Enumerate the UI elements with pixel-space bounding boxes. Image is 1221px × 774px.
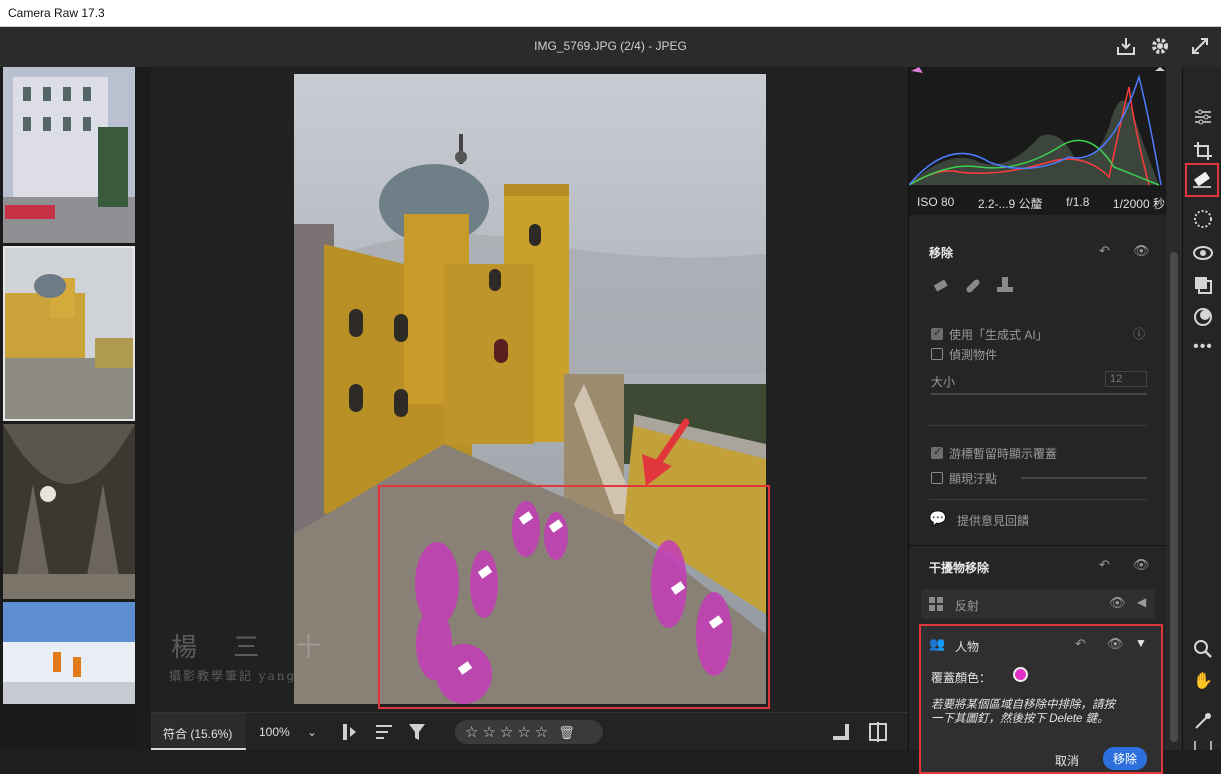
watermark-subtext: 攝影教學筆記 yang xyxy=(169,669,297,683)
people-reset-icon[interactable]: ↶ xyxy=(1075,636,1086,652)
save-icon[interactable] xyxy=(1115,35,1137,57)
iso-value: ISO 80 xyxy=(917,195,955,209)
people-label: 人物 xyxy=(955,640,980,654)
trash-icon[interactable]: 🗑 xyxy=(558,725,575,740)
size-slider[interactable] xyxy=(931,393,1147,395)
detect-objects-checkbox[interactable] xyxy=(931,348,943,360)
size-input[interactable]: 12 xyxy=(1105,371,1147,387)
document-title: IMG_5769.JPG (2/4) - JPEG xyxy=(534,39,687,53)
compare-view-icon[interactable] xyxy=(868,722,888,742)
presets-icon[interactable] xyxy=(1191,273,1215,297)
scrollbar-thumb[interactable] xyxy=(1170,252,1178,742)
zoom-dropdown-icon[interactable]: ⌄ xyxy=(307,725,317,739)
filter-icon[interactable] xyxy=(407,722,427,742)
use-gen-ai-label: 使用「生成式 AI」 xyxy=(949,328,1048,342)
masking-icon[interactable] xyxy=(1191,207,1215,231)
tool-rail: ••• ✋ xyxy=(1182,67,1221,750)
grid-icon[interactable] xyxy=(1191,741,1215,750)
divider xyxy=(929,499,1147,500)
window-title: Camera Raw 17.3 xyxy=(0,0,1221,27)
reset-icon[interactable]: ↶ xyxy=(1099,243,1110,259)
divider xyxy=(929,425,1147,426)
snapshots-icon[interactable] xyxy=(1191,305,1215,329)
highlight-box-people xyxy=(378,485,770,709)
remove-tool-icon[interactable] xyxy=(933,279,951,293)
people-eye-icon[interactable]: 👁 xyxy=(1107,636,1124,652)
hover-overlay-checkbox[interactable] xyxy=(931,445,943,459)
red-eye-icon[interactable] xyxy=(1191,241,1215,265)
overlay-color-swatch[interactable] xyxy=(1013,667,1028,682)
clone-tool-icon[interactable] xyxy=(995,275,1015,295)
cancel-button[interactable]: 取消 xyxy=(1055,752,1079,769)
distraction-reset-icon[interactable]: ↶ xyxy=(1099,557,1110,573)
lens-value: 2.2-...9 公釐 xyxy=(977,197,1043,211)
star-rating[interactable]: ☆☆☆☆☆ 🗑 xyxy=(455,720,603,744)
histogram: ISO 80 2.2-...9 公釐 f/1.8 1/2000 秒 xyxy=(909,67,1167,215)
thumbnail-4[interactable] xyxy=(3,602,135,704)
crop-icon[interactable] xyxy=(1191,139,1215,163)
gear-icon[interactable] xyxy=(1149,35,1171,57)
rating-stars[interactable]: ☆☆☆☆☆ xyxy=(465,724,552,741)
histogram-info: ISO 80 2.2-...9 公釐 f/1.8 1/2000 秒 xyxy=(917,195,1165,212)
thumbnail-2-selected[interactable] xyxy=(3,246,135,421)
thumbnail-1[interactable] xyxy=(3,67,135,243)
camera-raw-app: IMG_5769.JPG (2/4) - JPEG 楊 三 十 攝影教學筆記 y… xyxy=(0,27,1221,774)
people-collapse-icon[interactable]: ▼ xyxy=(1135,636,1147,650)
fullscreen-icon[interactable] xyxy=(1189,35,1211,57)
reflection-eye-icon[interactable]: 👁 xyxy=(1109,595,1126,611)
bottom-toolbar: 符合 (15.6%) 100% ⌄ ☆☆☆☆☆ 🗑 xyxy=(151,712,908,750)
panel-scrollbar[interactable] xyxy=(1166,67,1182,750)
overlay-color-label: 覆蓋顏色： xyxy=(931,671,992,685)
section-separator xyxy=(909,545,1167,546)
before-after-icon[interactable] xyxy=(832,723,850,741)
visibility-eye-icon[interactable]: 👁 xyxy=(1133,243,1150,259)
exclude-instruction: 若要將某個區域自移除中排除，請按一下其圖釘，然後按下 Delete 鍵。 xyxy=(931,699,1115,725)
reflection-icon xyxy=(927,595,945,613)
eyedropper-icon[interactable] xyxy=(1191,709,1215,733)
thumbnail-3[interactable] xyxy=(3,424,135,599)
remove-button[interactable]: 移除 xyxy=(1103,747,1148,770)
hover-overlay-label: 游標暫留時顯示覆蓋 xyxy=(949,447,1058,461)
reflection-label: 反射 xyxy=(955,599,980,613)
heal-tool-icon[interactable] xyxy=(963,277,983,295)
filmstrip-toggle-icon[interactable] xyxy=(341,722,359,742)
show-spots-label: 顯現汙點 xyxy=(949,472,998,486)
detect-objects-label: 偵測物件 xyxy=(949,348,998,362)
use-gen-ai-checkbox[interactable] xyxy=(931,326,943,340)
aperture-value: f/1.8 xyxy=(1066,195,1090,209)
reflection-card[interactable]: 反射 👁 ◀ xyxy=(921,589,1155,619)
more-options-icon[interactable]: ••• xyxy=(1191,335,1215,359)
spots-slider[interactable] xyxy=(1021,477,1147,479)
zoom-tool-icon[interactable] xyxy=(1191,637,1215,661)
shutter-value: 1/2000 秒 xyxy=(1112,197,1165,211)
people-icon: 👥 xyxy=(929,636,946,651)
feedback-icon[interactable]: 💬 xyxy=(929,510,946,527)
reflection-expand-icon[interactable]: ◀ xyxy=(1137,595,1146,609)
zoom-fit-button[interactable]: 符合 (15.6%) xyxy=(151,713,246,750)
filmstrip xyxy=(0,67,139,750)
image-canvas: 楊 三 十 攝影教學筆記 yang xyxy=(151,67,908,712)
distraction-section-title: 干擾物移除 xyxy=(929,561,990,575)
info-icon[interactable]: ⓘ xyxy=(1133,325,1145,342)
hand-tool-icon[interactable]: ✋ xyxy=(1191,669,1215,693)
header-bar: IMG_5769.JPG (2/4) - JPEG xyxy=(0,27,1221,67)
remove-section-title: 移除 xyxy=(929,246,954,260)
edit-sliders-icon[interactable] xyxy=(1191,105,1215,129)
distraction-eye-icon[interactable]: 👁 xyxy=(1133,557,1150,573)
feedback-link[interactable]: 提供意見回饋 xyxy=(957,512,1029,529)
watermark-text: 楊 三 十 xyxy=(171,633,336,663)
edit-panel: ISO 80 2.2-...9 公釐 f/1.8 1/2000 秒 移除 ↶ 👁… xyxy=(908,67,1167,774)
people-card: 👥 人物 ↶ 👁 ▼ 覆蓋顏色： 若要將某個區域自移除中排除，請按一下其圖釘，然… xyxy=(919,624,1163,774)
show-spots-checkbox[interactable] xyxy=(931,472,943,484)
remove-tool-rail-icon[interactable] xyxy=(1185,163,1219,197)
sort-icon[interactable] xyxy=(374,723,394,741)
size-label: 大小 xyxy=(931,375,956,389)
